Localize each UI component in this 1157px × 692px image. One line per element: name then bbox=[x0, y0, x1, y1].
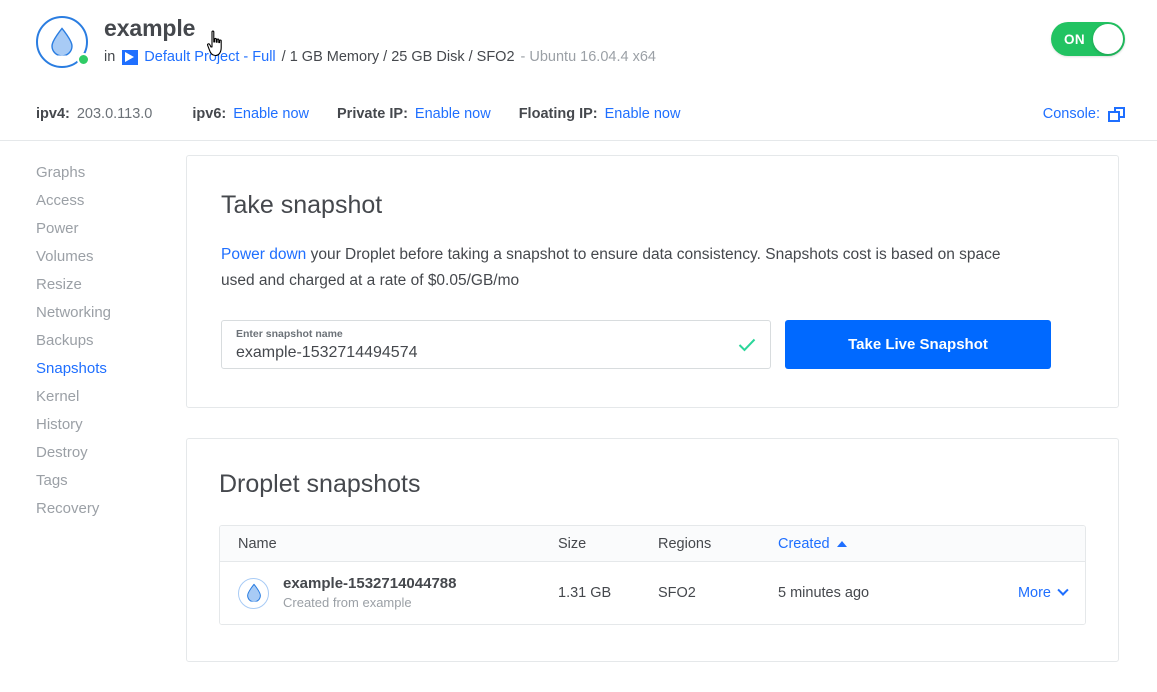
main-content: Take snapshot Power down your Droplet be… bbox=[186, 155, 1157, 662]
snapshot-name-cell: example-1532714044788 Created from examp… bbox=[238, 574, 558, 612]
ipv4-label: ipv4: bbox=[36, 106, 70, 122]
sidebar-item-destroy[interactable]: Destroy bbox=[36, 439, 186, 467]
console-label: Console: bbox=[1043, 106, 1100, 122]
table-row[interactable]: example-1532714044788 Created from examp… bbox=[220, 562, 1085, 624]
private-ip-enable-link[interactable]: Enable now bbox=[415, 106, 491, 122]
droplet-header: example in Default Project - Full / 1 GB… bbox=[0, 0, 1157, 88]
snapshots-table: Name Size Regions Created bbox=[219, 525, 1086, 625]
floating-ip-enable-link[interactable]: Enable now bbox=[605, 106, 681, 122]
check-icon bbox=[738, 338, 756, 352]
snapshot-name-input[interactable]: Enter snapshot name example-153271449457… bbox=[221, 320, 771, 369]
snapshot-row-name: example-1532714044788 bbox=[283, 574, 456, 593]
sidebar-item-backups[interactable]: Backups bbox=[36, 327, 186, 355]
meta-specs: / 1 GB Memory / 25 GB Disk / SFO2 bbox=[282, 47, 515, 67]
column-header-size[interactable]: Size bbox=[558, 536, 658, 552]
sidebar-item-kernel[interactable]: Kernel bbox=[36, 383, 186, 411]
take-live-snapshot-button[interactable]: Take Live Snapshot bbox=[785, 320, 1051, 369]
column-header-created[interactable]: Created bbox=[778, 536, 1067, 552]
chevron-down-icon bbox=[1057, 585, 1068, 596]
meta-in-word: in bbox=[104, 47, 115, 67]
take-snapshot-description: Power down your Droplet before taking a … bbox=[221, 242, 1021, 294]
external-window-icon bbox=[1108, 107, 1125, 122]
snapshot-name-value: example-1532714494574 bbox=[236, 342, 728, 364]
sidebar-item-recovery[interactable]: Recovery bbox=[36, 495, 186, 523]
ipv6-enable-link[interactable]: Enable now bbox=[233, 106, 309, 122]
status-dot bbox=[77, 53, 90, 66]
power-toggle[interactable]: ON bbox=[1051, 22, 1125, 56]
sidebar-item-snapshots[interactable]: Snapshots bbox=[36, 355, 186, 383]
droplet-title-block: example in Default Project - Full / 1 GB… bbox=[104, 10, 656, 67]
droplet-snapshots-card: Droplet snapshots Name Size Regions Crea… bbox=[186, 438, 1119, 662]
network-item-ipv6: ipv6: Enable now bbox=[192, 106, 309, 122]
table-header-row: Name Size Regions Created bbox=[220, 526, 1085, 562]
take-snapshot-title: Take snapshot bbox=[221, 190, 1084, 220]
sidebar-item-history[interactable]: History bbox=[36, 411, 186, 439]
droplet-icon bbox=[238, 578, 269, 609]
sidebar-item-tags[interactable]: Tags bbox=[36, 467, 186, 495]
column-header-regions[interactable]: Regions bbox=[658, 536, 778, 552]
project-icon bbox=[122, 50, 138, 65]
sidebar-item-volumes[interactable]: Volumes bbox=[36, 243, 186, 271]
take-snapshot-form: Enter snapshot name example-153271449457… bbox=[221, 320, 1084, 369]
sidebar-item-access[interactable]: Access bbox=[36, 187, 186, 215]
sidebar-item-resize[interactable]: Resize bbox=[36, 271, 186, 299]
ipv4-value: 203.0.113.0 bbox=[77, 106, 153, 122]
column-header-created-label: Created bbox=[778, 536, 830, 552]
droplet-snapshots-title: Droplet snapshots bbox=[219, 469, 1086, 499]
project-link[interactable]: Default Project - Full bbox=[144, 47, 275, 67]
snapshot-row-more-button[interactable]: More bbox=[977, 585, 1067, 601]
sidebar: Graphs Access Power Volumes Resize Netwo… bbox=[0, 155, 186, 662]
droplet-meta: in Default Project - Full / 1 GB Memory … bbox=[104, 47, 656, 67]
meta-os: - Ubuntu 16.04.4 x64 bbox=[521, 47, 656, 67]
sidebar-item-power[interactable]: Power bbox=[36, 215, 186, 243]
page-body: Graphs Access Power Volumes Resize Netwo… bbox=[0, 141, 1157, 662]
sidebar-item-networking[interactable]: Networking bbox=[36, 299, 186, 327]
network-item-ipv4: ipv4: 203.0.113.0 bbox=[36, 106, 152, 122]
network-item-floating-ip: Floating IP: Enable now bbox=[519, 106, 681, 122]
snapshot-name-text-group: example-1532714044788 Created from examp… bbox=[283, 574, 456, 612]
network-bar: ipv4: 203.0.113.0 ipv6: Enable now Priva… bbox=[0, 88, 1157, 141]
private-ip-label: Private IP: bbox=[337, 106, 408, 122]
floating-ip-label: Floating IP: bbox=[519, 106, 598, 122]
snapshot-name-label: Enter snapshot name bbox=[236, 327, 728, 341]
snapshot-row-size: 1.31 GB bbox=[558, 585, 658, 601]
network-item-private-ip: Private IP: Enable now bbox=[337, 106, 491, 122]
power-down-link[interactable]: Power down bbox=[221, 246, 306, 263]
droplet-icon bbox=[51, 27, 73, 55]
column-header-name[interactable]: Name bbox=[238, 536, 558, 552]
console-button[interactable]: Console: bbox=[1043, 106, 1125, 122]
snapshot-row-created: 5 minutes ago bbox=[778, 585, 977, 601]
droplet-logo bbox=[36, 16, 88, 68]
ipv6-label: ipv6: bbox=[192, 106, 226, 122]
power-toggle-label: ON bbox=[1064, 32, 1085, 47]
power-toggle-knob bbox=[1093, 24, 1123, 54]
snapshot-row-region: SFO2 bbox=[658, 585, 778, 601]
sort-ascending-icon bbox=[837, 541, 847, 547]
take-snapshot-description-rest: your Droplet before taking a snapshot to… bbox=[221, 246, 1000, 289]
take-snapshot-card: Take snapshot Power down your Droplet be… bbox=[186, 155, 1119, 408]
more-label: More bbox=[1018, 585, 1051, 601]
snapshot-row-subtitle: Created from example bbox=[283, 594, 456, 612]
sidebar-item-graphs[interactable]: Graphs bbox=[36, 159, 186, 187]
page-title: example bbox=[104, 14, 656, 42]
